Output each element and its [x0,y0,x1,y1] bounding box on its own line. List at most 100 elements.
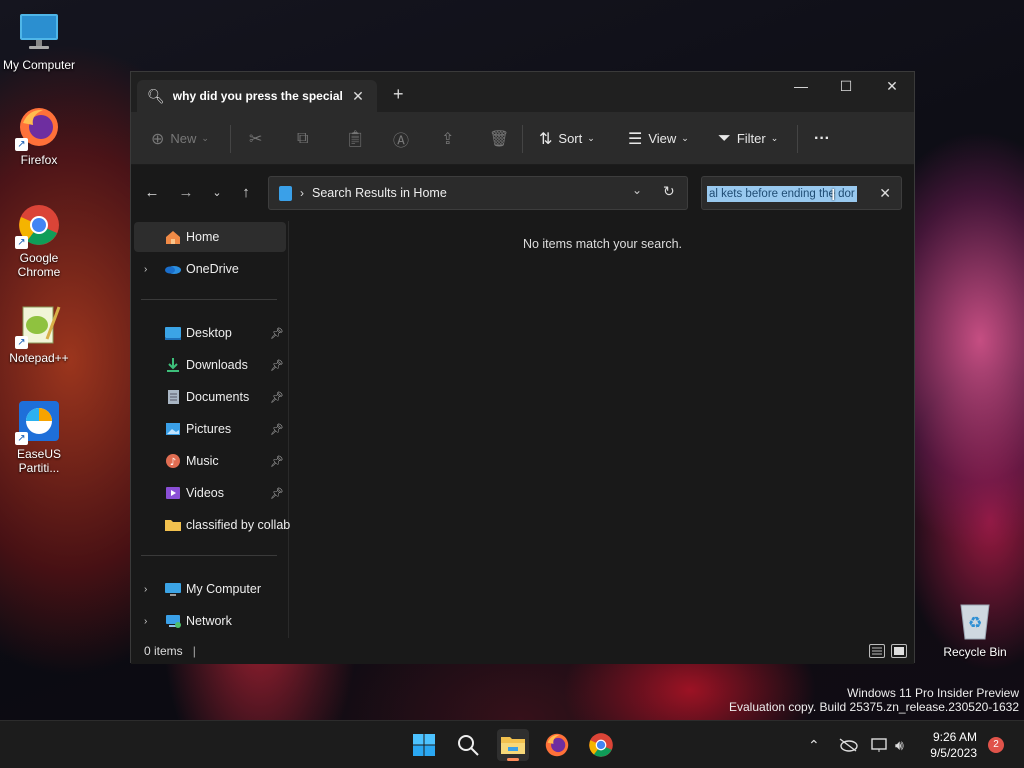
see-more-button[interactable]: ··· [814,112,830,165]
new-button[interactable]: ⊕ New ⌄ [151,112,209,165]
sidebar-item-pictures[interactable]: Pictures 📌︎ [134,414,286,444]
expand-chevron-icon[interactable]: › [144,584,147,595]
title-bar: 🔍︎ why did you press the special ✕ + — ☐… [131,72,914,112]
sidebar-item-label: My Computer [186,582,262,596]
desktop-icon-chrome[interactable]: ↗ Google Chrome [1,203,77,279]
desktop-icon-label: Firefox [20,153,58,167]
speaker-icon: 🔊︎ [895,736,904,753]
download-icon [164,357,182,373]
view-button[interactable]: ☰ View ⌄ [628,112,689,165]
search-input[interactable]: al kets before ending the dor ✕ [701,176,902,210]
file-list-area[interactable]: No items match your search. [291,221,914,638]
up-button[interactable]: ↑ [234,181,258,205]
shortcut-arrow-icon: ↗ [15,336,28,349]
search-button[interactable] [452,729,484,761]
svg-text:♻: ♻ [968,613,982,632]
clear-search-button[interactable]: ✕ [879,185,891,202]
forward-button[interactable]: → [174,181,198,205]
watermark-line-1: Windows 11 Pro Insider Preview [847,686,1019,700]
evaluation-watermark: Windows 11 Pro Insider Preview Evaluatio… [729,686,1019,714]
recycle-bin-icon: ♻ [953,597,997,641]
address-history-dropdown[interactable]: ⌄ [632,183,642,197]
sidebar-item-my-computer[interactable]: › My Computer [134,574,286,604]
refresh-button[interactable]: ↻ [663,183,675,200]
tab-title: why did you press the special [172,89,343,103]
chrome-icon [589,733,613,757]
filter-button[interactable]: ⏷ Filter ⌄ [718,112,778,165]
notepadpp-icon: ↗ [15,303,61,349]
sidebar-item-documents[interactable]: Documents 📌︎ [134,382,286,412]
details-view-button[interactable] [869,644,885,658]
sidebar-item-downloads[interactable]: Downloads 📌︎ [134,350,286,380]
network-icon [164,613,182,629]
desktop-icon-easeus[interactable]: ↗ EaseUS Partiti... [1,399,77,475]
monitor-icon [164,581,182,597]
sidebar-item-label: OneDrive [186,262,239,276]
share-button[interactable]: ⇪ [441,112,460,165]
close-tab-icon[interactable]: ✕ [349,88,367,105]
back-button[interactable]: ← [140,181,164,205]
copy-icon: ⧉ [297,129,309,147]
sidebar-item-classified-folder[interactable]: classified by collaborators [134,510,290,540]
taskbar-chrome[interactable] [585,729,617,761]
start-button[interactable] [408,729,440,761]
large-icons-view-button[interactable] [891,644,907,658]
sidebar-item-videos[interactable]: Videos 📌︎ [134,478,286,508]
network-tray-button[interactable] [870,721,890,768]
expand-chevron-icon[interactable]: › [144,264,147,275]
maximize-button[interactable]: ☐ [823,72,869,102]
desktop-icon-firefox[interactable]: ↗ Firefox [1,105,77,167]
desktop-icon-label: Notepad++ [9,351,69,365]
taskbar-firefox[interactable] [541,729,573,761]
search-results-folder-icon [279,185,292,201]
sidebar-item-onedrive[interactable]: › OneDrive [134,254,286,284]
explorer-tab[interactable]: 🔍︎ why did you press the special ✕ [137,80,377,112]
share-icon: ⇪ [441,130,455,148]
sidebar-item-desktop[interactable]: Desktop 📌︎ [134,318,286,348]
clock[interactable]: 9:26 AM 9/5/2023 [930,729,977,761]
recent-locations-button[interactable]: ⌄ [205,181,229,205]
delete-button[interactable]: 🗑︎ [489,112,515,165]
status-bar: 0 items | [131,638,914,664]
taskbar-file-explorer[interactable] [497,729,529,761]
desktop-icon-recycle-bin[interactable]: ♻ Recycle Bin [937,597,1013,659]
notification-badge[interactable]: 2 [988,737,1004,753]
item-count: 0 items [144,644,183,658]
sidebar-divider [141,555,277,556]
clock-date: 9/5/2023 [930,746,977,760]
chevron-down-icon: ⌄ [201,133,209,143]
volume-tray-button[interactable]: 🔊︎ [895,721,904,768]
shortcut-arrow-icon: ↗ [15,236,28,249]
minimize-button[interactable]: — [778,72,824,102]
address-bar[interactable]: › Search Results in Home ⌄ ↻ [268,176,688,210]
desktop-icon-notepadpp[interactable]: ↗ Notepad++ [1,303,77,365]
copy-button[interactable]: ⧉ [297,112,314,165]
status-divider: | [192,644,196,658]
network-monitor-icon [871,738,887,752]
cut-button[interactable]: ✂ [249,112,268,165]
navigation-pane: Home › OneDrive Desktop 📌︎ Downloads 📌︎ [131,221,290,638]
sidebar-item-music[interactable]: ♪ Music 📌︎ [134,446,286,476]
desktop-icon-my-computer[interactable]: My Computer [1,10,77,72]
new-tab-button[interactable]: + [393,84,404,105]
expand-chevron-icon[interactable]: › [144,616,147,627]
view-label: View [648,131,677,146]
more-dots-icon: ··· [814,129,830,147]
file-explorer-icon [501,737,525,754]
sidebar-item-home[interactable]: Home [134,222,286,252]
clock-time: 9:26 AM [932,730,977,744]
show-hidden-icons-button[interactable]: ⌃ [808,721,820,768]
onedrive-tray-button[interactable] [838,721,858,768]
cloud-offline-icon [839,738,858,752]
paste-button[interactable]: 📋︎ [345,112,371,165]
watermark-line-2: Evaluation copy. Build 25375.zn_release.… [729,700,1019,714]
sort-button[interactable]: ⇅ Sort ⌄ [539,112,595,165]
empty-search-message: No items match your search. [522,237,683,251]
close-window-button[interactable]: ✕ [869,72,915,102]
chevron-down-icon: ⌄ [681,133,689,143]
sidebar-item-label: classified by collaborators [186,518,290,532]
chevron-up-icon: ⌃ [808,736,820,753]
search-tab-icon: 🔍︎ [147,87,165,104]
sidebar-item-network[interactable]: › Network [134,606,286,636]
rename-button[interactable]: Ⓐ [393,112,415,165]
